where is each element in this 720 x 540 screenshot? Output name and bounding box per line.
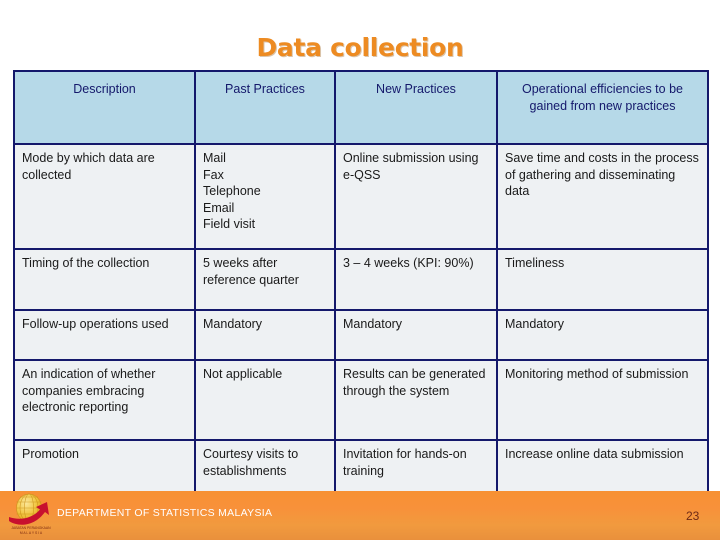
cell-operational-efficiencies: Timeliness — [496, 248, 709, 311]
cell-new-practices: Online submission using e-QSS — [334, 143, 498, 250]
column-header-description: Description — [13, 70, 196, 145]
cell-description: Timing of the collection — [13, 248, 196, 311]
table-row: Timing of the collection 5 weeks after r… — [13, 248, 709, 311]
cell-operational-efficiencies: Monitoring method of submission — [496, 359, 709, 441]
column-header-operational-efficiencies: Operational efficiencies to be gained fr… — [496, 70, 709, 145]
cell-operational-efficiencies: Increase online data submission — [496, 439, 709, 496]
footer-organization-label: DEPARTMENT OF STATISTICS MALAYSIA — [57, 507, 273, 519]
data-collection-table-container: Description Past Practices New Practices… — [13, 70, 709, 496]
table-header-row: Description Past Practices New Practices… — [13, 70, 709, 145]
cell-description: An indication of whether companies embra… — [13, 359, 196, 441]
column-header-new-practices: New Practices — [334, 70, 498, 145]
logo-caption: JABATAN PERANGKAAN M A L A Y S I A — [11, 526, 51, 535]
cell-past-practices: 5 weeks after reference quarter — [194, 248, 336, 311]
cell-past-practices: Not applicable — [194, 359, 336, 441]
cell-past-practices: Courtesy visits to establishments — [194, 439, 336, 496]
page-title: Data collection — [256, 33, 464, 62]
cell-operational-efficiencies: Mandatory — [496, 309, 709, 361]
cell-description: Mode by which data are collected — [13, 143, 196, 250]
column-header-past-practices: Past Practices — [194, 70, 336, 145]
table-row: Mode by which data are collected Mail Fa… — [13, 143, 709, 250]
cell-past-practices: Mandatory — [194, 309, 336, 361]
cell-past-practices: Mail Fax Telephone Email Field visit — [194, 143, 336, 250]
cell-new-practices: Invitation for hands-on training — [334, 439, 498, 496]
data-collection-table: Description Past Practices New Practices… — [13, 70, 709, 496]
cell-new-practices: Mandatory — [334, 309, 498, 361]
cell-new-practices: Results can be generated through the sys… — [334, 359, 498, 441]
cell-description: Follow-up operations used — [13, 309, 196, 361]
table-row: Promotion Courtesy visits to establishme… — [13, 439, 709, 496]
table-row: Follow-up operations used Mandatory Mand… — [13, 309, 709, 361]
cell-new-practices: 3 – 4 weeks (KPI: 90%) — [334, 248, 498, 311]
cell-operational-efficiencies: Save time and costs in the process of ga… — [496, 143, 709, 250]
table-row: An indication of whether companies embra… — [13, 359, 709, 441]
cell-description: Promotion — [13, 439, 196, 496]
page-number: 23 — [686, 509, 700, 523]
